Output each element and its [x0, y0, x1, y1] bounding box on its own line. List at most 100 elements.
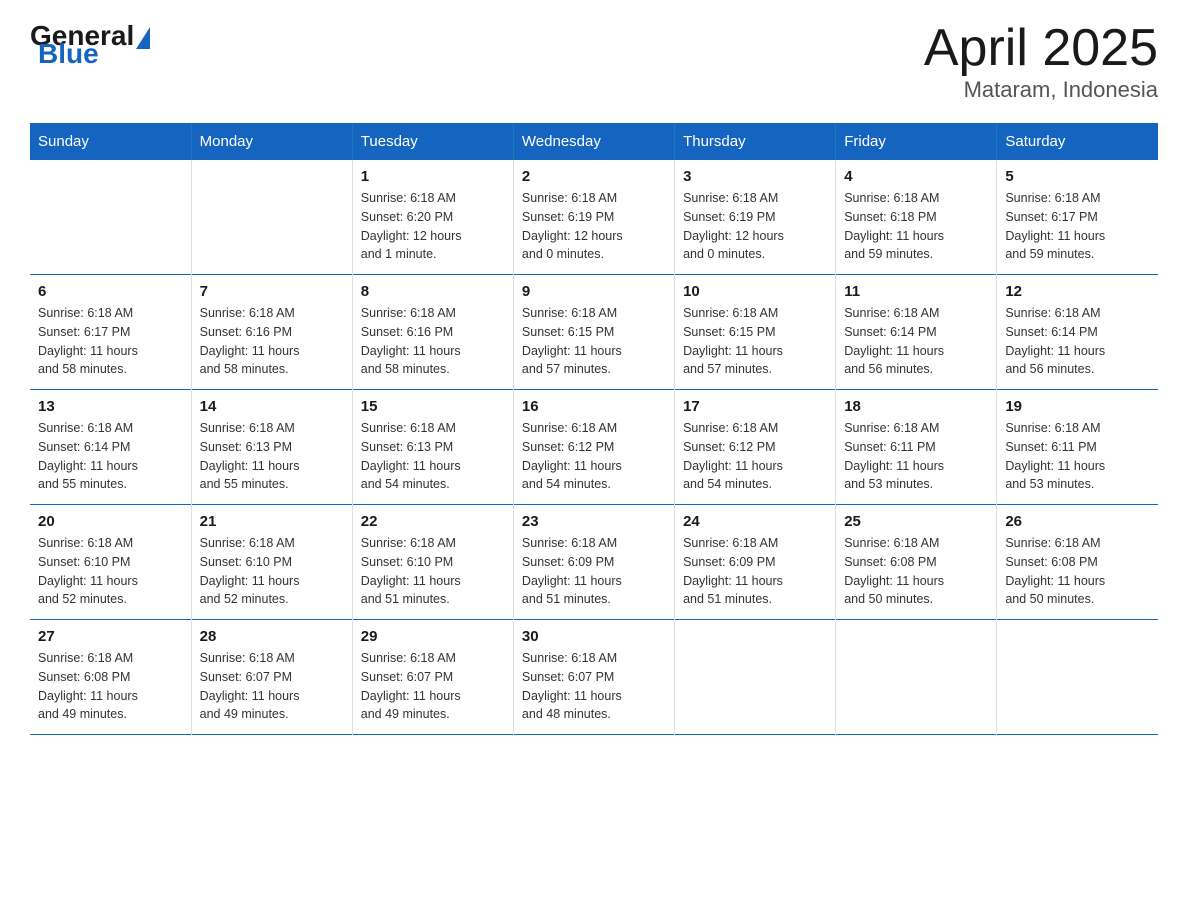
day-info: Sunrise: 6:18 AMSunset: 6:16 PMDaylight:… — [200, 304, 344, 379]
day-number: 25 — [844, 513, 988, 530]
day-info: Sunrise: 6:18 AMSunset: 6:14 PMDaylight:… — [844, 304, 988, 379]
day-info: Sunrise: 6:18 AMSunset: 6:11 PMDaylight:… — [844, 419, 988, 494]
page-subtitle: Mataram, Indonesia — [924, 77, 1158, 103]
day-number: 19 — [1005, 398, 1150, 415]
calendar-cell-3-7: 19 Sunrise: 6:18 AMSunset: 6:11 PMDayligh… — [997, 390, 1158, 505]
day-info: Sunrise: 6:18 AMSunset: 6:15 PMDaylight:… — [522, 304, 666, 379]
day-info: Sunrise: 6:18 AMSunset: 6:20 PMDaylight:… — [361, 189, 505, 264]
day-number: 1 — [361, 168, 505, 185]
calendar-cell-5-1: 27 Sunrise: 6:18 AMSunset: 6:08 PMDayligh… — [30, 620, 191, 735]
day-number: 6 — [38, 283, 183, 300]
header-sunday: Sunday — [30, 123, 191, 160]
calendar-cell-5-6 — [836, 620, 997, 735]
day-info: Sunrise: 6:18 AMSunset: 6:19 PMDaylight:… — [522, 189, 666, 264]
header-wednesday: Wednesday — [513, 123, 674, 160]
calendar-cell-2-4: 9 Sunrise: 6:18 AMSunset: 6:15 PMDaylight… — [513, 275, 674, 390]
calendar-week-2: 6 Sunrise: 6:18 AMSunset: 6:17 PMDaylight… — [30, 275, 1158, 390]
day-number: 11 — [844, 283, 988, 300]
header-thursday: Thursday — [675, 123, 836, 160]
day-number: 17 — [683, 398, 827, 415]
logo: General Blue — [30, 20, 150, 70]
header-monday: Monday — [191, 123, 352, 160]
day-info: Sunrise: 6:18 AMSunset: 6:08 PMDaylight:… — [38, 649, 183, 724]
day-number: 27 — [38, 628, 183, 645]
day-number: 20 — [38, 513, 183, 530]
calendar-cell-2-2: 7 Sunrise: 6:18 AMSunset: 6:16 PMDaylight… — [191, 275, 352, 390]
calendar-week-5: 27 Sunrise: 6:18 AMSunset: 6:08 PMDayligh… — [30, 620, 1158, 735]
calendar-cell-1-2 — [191, 160, 352, 275]
calendar-cell-1-7: 5 Sunrise: 6:18 AMSunset: 6:17 PMDaylight… — [997, 160, 1158, 275]
title-block: April 2025 Mataram, Indonesia — [924, 20, 1158, 103]
day-number: 18 — [844, 398, 988, 415]
day-number: 26 — [1005, 513, 1150, 530]
calendar-cell-4-4: 23 Sunrise: 6:18 AMSunset: 6:09 PMDayligh… — [513, 505, 674, 620]
day-number: 21 — [200, 513, 344, 530]
calendar-cell-4-1: 20 Sunrise: 6:18 AMSunset: 6:10 PMDayligh… — [30, 505, 191, 620]
day-info: Sunrise: 6:18 AMSunset: 6:10 PMDaylight:… — [200, 534, 344, 609]
day-info: Sunrise: 6:18 AMSunset: 6:13 PMDaylight:… — [200, 419, 344, 494]
day-info: Sunrise: 6:18 AMSunset: 6:08 PMDaylight:… — [844, 534, 988, 609]
day-number: 15 — [361, 398, 505, 415]
calendar-cell-3-5: 17 Sunrise: 6:18 AMSunset: 6:12 PMDayligh… — [675, 390, 836, 505]
day-info: Sunrise: 6:18 AMSunset: 6:12 PMDaylight:… — [522, 419, 666, 494]
day-number: 8 — [361, 283, 505, 300]
day-info: Sunrise: 6:18 AMSunset: 6:09 PMDaylight:… — [683, 534, 827, 609]
day-info: Sunrise: 6:18 AMSunset: 6:14 PMDaylight:… — [1005, 304, 1150, 379]
day-number: 14 — [200, 398, 344, 415]
calendar-cell-4-5: 24 Sunrise: 6:18 AMSunset: 6:09 PMDayligh… — [675, 505, 836, 620]
header-friday: Friday — [836, 123, 997, 160]
day-info: Sunrise: 6:18 AMSunset: 6:17 PMDaylight:… — [1005, 189, 1150, 264]
logo-triangle-icon — [136, 27, 150, 49]
calendar-cell-5-4: 30 Sunrise: 6:18 AMSunset: 6:07 PMDayligh… — [513, 620, 674, 735]
day-info: Sunrise: 6:18 AMSunset: 6:07 PMDaylight:… — [361, 649, 505, 724]
day-number: 7 — [200, 283, 344, 300]
calendar-cell-5-3: 29 Sunrise: 6:18 AMSunset: 6:07 PMDayligh… — [352, 620, 513, 735]
calendar-cell-4-6: 25 Sunrise: 6:18 AMSunset: 6:08 PMDayligh… — [836, 505, 997, 620]
calendar-cell-4-3: 22 Sunrise: 6:18 AMSunset: 6:10 PMDayligh… — [352, 505, 513, 620]
calendar-cell-5-2: 28Sunrise: 6:18 AMSunset: 6:07 PMDayligh… — [191, 620, 352, 735]
calendar-cell-5-5 — [675, 620, 836, 735]
day-info: Sunrise: 6:18 AMSunset: 6:17 PMDaylight:… — [38, 304, 183, 379]
day-number: 29 — [361, 628, 505, 645]
day-number: 12 — [1005, 283, 1150, 300]
day-number: 5 — [1005, 168, 1150, 185]
calendar-cell-1-1 — [30, 160, 191, 275]
calendar-cell-2-3: 8 Sunrise: 6:18 AMSunset: 6:16 PMDaylight… — [352, 275, 513, 390]
calendar-cell-2-7: 12 Sunrise: 6:18 AMSunset: 6:14 PMDayligh… — [997, 275, 1158, 390]
day-info: Sunrise: 6:18 AMSunset: 6:14 PMDaylight:… — [38, 419, 183, 494]
day-info: Sunrise: 6:18 AMSunset: 6:07 PMDaylight:… — [522, 649, 666, 724]
day-info: Sunrise: 6:18 AMSunset: 6:13 PMDaylight:… — [361, 419, 505, 494]
day-info: Sunrise: 6:18 AMSunset: 6:09 PMDaylight:… — [522, 534, 666, 609]
calendar-cell-3-6: 18 Sunrise: 6:18 AMSunset: 6:11 PMDayligh… — [836, 390, 997, 505]
calendar-cell-3-2: 14 Sunrise: 6:18 AMSunset: 6:13 PMDayligh… — [191, 390, 352, 505]
calendar-cell-2-1: 6 Sunrise: 6:18 AMSunset: 6:17 PMDaylight… — [30, 275, 191, 390]
day-number: 9 — [522, 283, 666, 300]
calendar-cell-2-5: 10Sunrise: 6:18 AMSunset: 6:15 PMDayligh… — [675, 275, 836, 390]
day-number: 13 — [38, 398, 183, 415]
day-info: Sunrise: 6:18 AMSunset: 6:16 PMDaylight:… — [361, 304, 505, 379]
calendar-week-4: 20 Sunrise: 6:18 AMSunset: 6:10 PMDayligh… — [30, 505, 1158, 620]
day-info: Sunrise: 6:18 AMSunset: 6:10 PMDaylight:… — [361, 534, 505, 609]
calendar-cell-3-1: 13 Sunrise: 6:18 AMSunset: 6:14 PMDayligh… — [30, 390, 191, 505]
calendar-cell-2-6: 11 Sunrise: 6:18 AMSunset: 6:14 PMDayligh… — [836, 275, 997, 390]
day-number: 4 — [844, 168, 988, 185]
calendar-header-row: SundayMondayTuesdayWednesdayThursdayFrid… — [30, 123, 1158, 160]
day-number: 23 — [522, 513, 666, 530]
logo-blue-text: Blue — [34, 38, 99, 70]
day-number: 3 — [683, 168, 827, 185]
page-header: General Blue April 2025 Mataram, Indones… — [30, 20, 1158, 103]
day-info: Sunrise: 6:18 AMSunset: 6:18 PMDaylight:… — [844, 189, 988, 264]
calendar-cell-3-4: 16Sunrise: 6:18 AMSunset: 6:12 PMDayligh… — [513, 390, 674, 505]
day-info: Sunrise: 6:18 AMSunset: 6:19 PMDaylight:… — [683, 189, 827, 264]
calendar-cell-1-4: 2Sunrise: 6:18 AMSunset: 6:19 PMDaylight… — [513, 160, 674, 275]
day-info: Sunrise: 6:18 AMSunset: 6:11 PMDaylight:… — [1005, 419, 1150, 494]
day-number: 22 — [361, 513, 505, 530]
day-info: Sunrise: 6:18 AMSunset: 6:10 PMDaylight:… — [38, 534, 183, 609]
calendar-cell-3-3: 15 Sunrise: 6:18 AMSunset: 6:13 PMDayligh… — [352, 390, 513, 505]
day-number: 30 — [522, 628, 666, 645]
calendar-cell-1-3: 1 Sunrise: 6:18 AMSunset: 6:20 PMDaylight… — [352, 160, 513, 275]
day-info: Sunrise: 6:18 AMSunset: 6:15 PMDaylight:… — [683, 304, 827, 379]
day-info: Sunrise: 6:18 AMSunset: 6:07 PMDaylight:… — [200, 649, 344, 724]
day-info: Sunrise: 6:18 AMSunset: 6:12 PMDaylight:… — [683, 419, 827, 494]
day-number: 24 — [683, 513, 827, 530]
